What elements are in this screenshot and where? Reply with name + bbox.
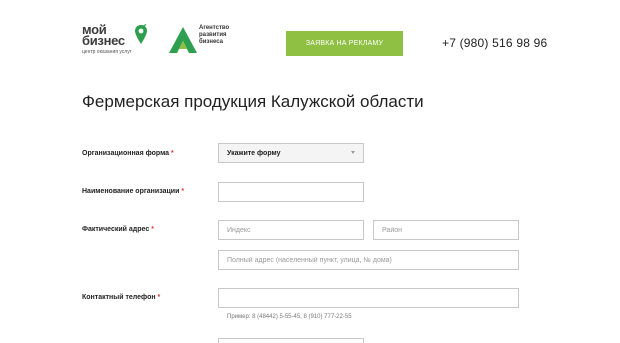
required-mark: * xyxy=(181,188,185,195)
site-header: мой бизнес центр оказания услуг Агентств… xyxy=(0,0,620,80)
logo-tagline: центр оказания услуг xyxy=(82,49,132,55)
header-phone[interactable]: +7 (980) 516 98 96 xyxy=(442,36,547,50)
district-input[interactable] xyxy=(373,220,519,240)
page-title: Фермерская продукция Калужской области xyxy=(82,92,424,111)
postal-index-input[interactable] xyxy=(218,220,364,240)
ad-request-button[interactable]: ЗАЯВКА НА РЕКЛАМУ xyxy=(286,31,403,56)
logo-line2: бизнес xyxy=(82,33,125,48)
org-name-label: Наименование организации * xyxy=(82,188,184,195)
agency-line3: бизнеса xyxy=(199,39,224,45)
org-name-label-text: Наименование организации xyxy=(82,188,180,195)
agency-logo[interactable]: Агентство развития бизнеса xyxy=(168,24,258,56)
required-mark: * xyxy=(171,150,174,157)
required-mark: * xyxy=(157,294,161,301)
agency-line2: развития xyxy=(199,32,227,38)
phone-input[interactable] xyxy=(218,288,519,308)
agency-triangle-icon xyxy=(169,27,197,53)
required-mark: * xyxy=(151,226,154,233)
map-pin-icon xyxy=(135,24,147,44)
phone-hint: Пример: 8 (48442) 5-55-45, 8 (910) 777-2… xyxy=(227,314,352,320)
org-form-label: Организационная форма * xyxy=(82,150,174,157)
next-field[interactable] xyxy=(218,338,364,343)
org-form-label-text: Организационная форма xyxy=(82,150,170,157)
chevron-down-icon xyxy=(351,151,355,154)
agency-line1: Агентство xyxy=(199,25,230,31)
full-address-input[interactable] xyxy=(218,250,519,270)
agency-name: Агентство развития бизнеса xyxy=(199,25,229,46)
address-label-text: Фактический адрес xyxy=(82,226,150,233)
phone-label-text: Контактный телефон xyxy=(82,294,156,301)
org-name-input[interactable] xyxy=(218,182,364,202)
org-form-select[interactable]: Укажите форму xyxy=(218,143,364,163)
org-form-selected: Укажите форму xyxy=(227,149,281,157)
address-label: Фактический адрес * xyxy=(82,226,154,233)
phone-label: Контактный телефон * xyxy=(82,294,160,301)
moy-biznes-logo[interactable]: мой бизнес центр оказания услуг xyxy=(82,23,154,60)
